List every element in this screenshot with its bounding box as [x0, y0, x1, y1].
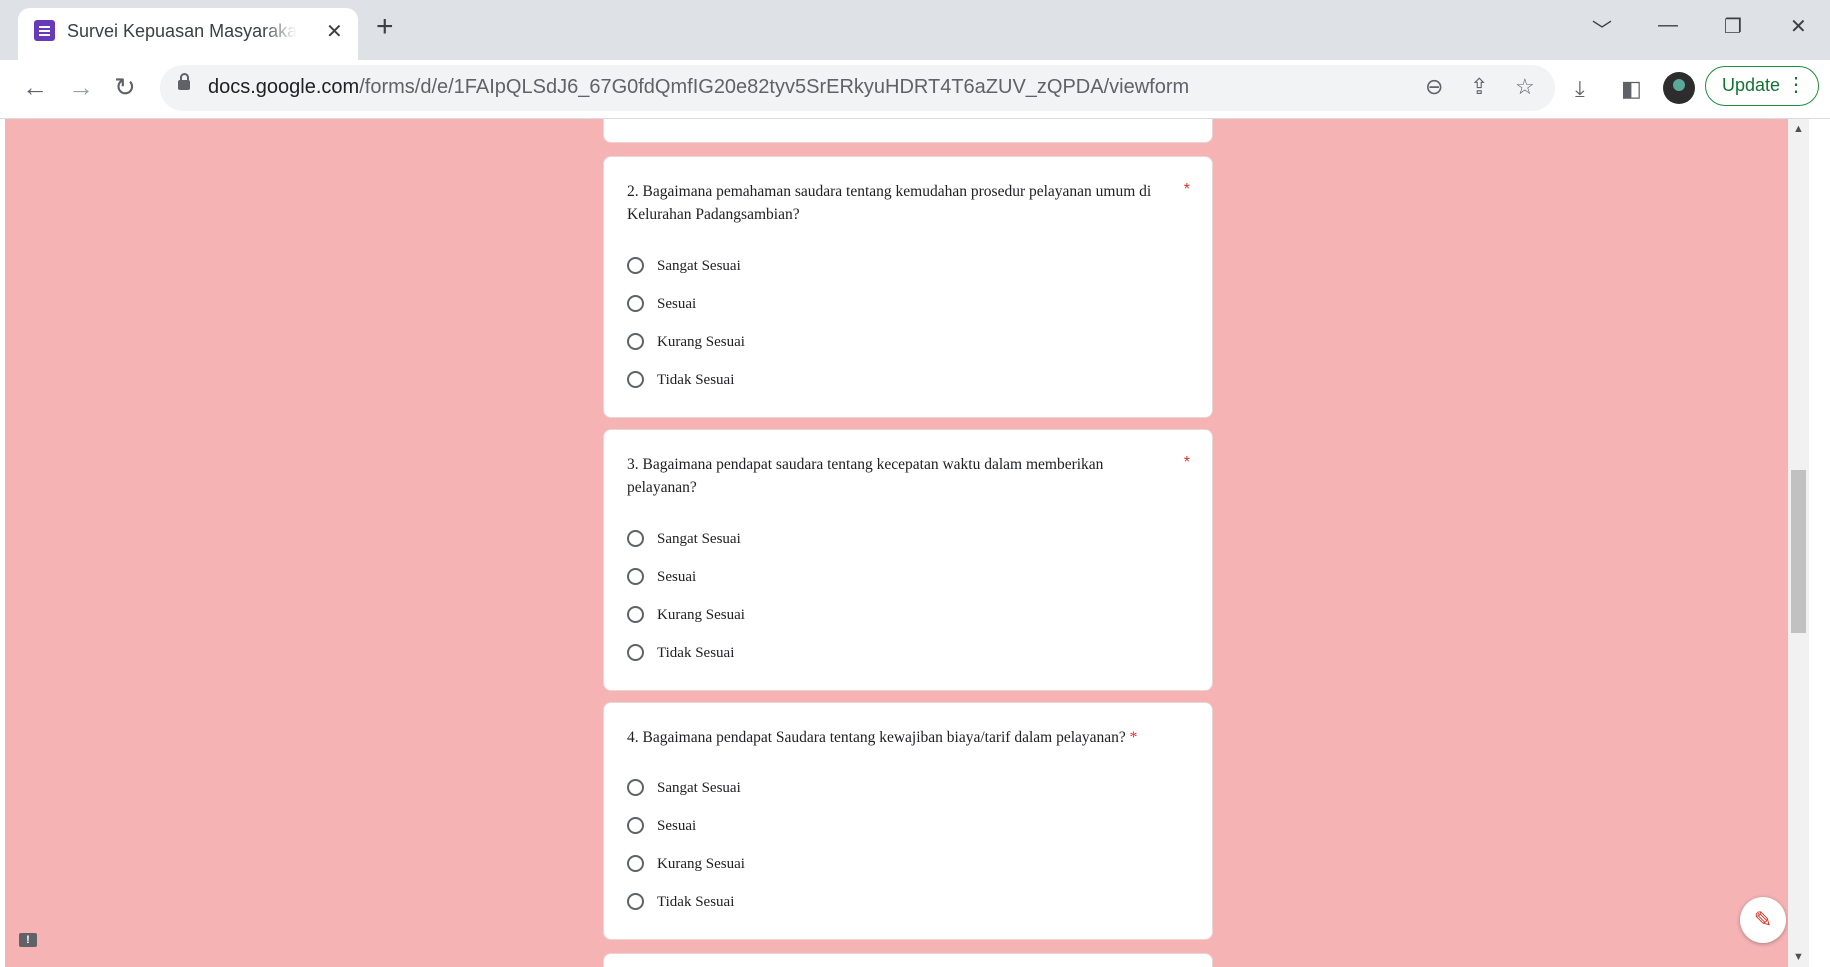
scroll-up-arrow-icon[interactable]: ▲ [1793, 123, 1804, 135]
back-arrow-icon[interactable]: ← [22, 72, 48, 102]
scrollbar-thumb[interactable] [1791, 470, 1806, 633]
radio-button[interactable] [627, 295, 644, 312]
option-label: Sangat Sesuai [657, 531, 741, 547]
option-label: Kurang Sesuai [657, 334, 745, 350]
previous-question-card [603, 119, 1213, 143]
google-forms-favicon-icon [34, 20, 55, 41]
lock-icon [178, 73, 190, 90]
radio-button[interactable] [627, 606, 644, 623]
radio-button[interactable] [627, 530, 644, 547]
radio-button[interactable] [627, 855, 644, 872]
scroll-down-arrow-icon[interactable]: ▼ [1793, 951, 1804, 963]
tab-search-chevron-icon[interactable]: ﹀ [1592, 14, 1612, 43]
vertical-scrollbar[interactable]: ▲ ▼ [1788, 119, 1809, 967]
reload-icon[interactable]: ↻ [114, 72, 136, 102]
question-card: 2. Bagaimana pemahaman saudara tentang k… [603, 156, 1213, 418]
menu-kebab-icon[interactable]: ⋮ [1786, 67, 1806, 104]
address-bar[interactable]: docs.google.com/forms/d/e/1FAIpQLSdJ6_67… [160, 65, 1555, 111]
bookmark-star-icon[interactable]: ☆ [1515, 74, 1535, 100]
option-label: Tidak Sesuai [657, 372, 735, 388]
required-asterisk: * [1183, 181, 1190, 198]
question-card: 3. Bagaimana pendapat saudara tentang ke… [603, 429, 1213, 691]
radio-button[interactable] [627, 644, 644, 661]
question-title: 2. Bagaimana pemahaman saudara tentang k… [627, 183, 1152, 223]
download-icon[interactable]: ⤓ [1575, 76, 1585, 102]
minimize-icon[interactable]: — [1658, 14, 1678, 37]
question-card: 4. Bagaimana pendapat Saudara tentang ke… [603, 702, 1213, 940]
option-label: Tidak Sesuai [657, 645, 735, 661]
option-label: Sesuai [657, 818, 697, 834]
url-text[interactable]: docs.google.com/forms/d/e/1FAIpQLSdJ6_67… [208, 76, 1189, 99]
update-label: Update [1722, 75, 1781, 95]
form-page: 2. Bagaimana pemahaman saudara tentang k… [5, 119, 1809, 967]
radio-button[interactable] [627, 893, 644, 910]
radio-button[interactable] [627, 817, 644, 834]
update-button[interactable]: Update ⋮ [1705, 66, 1819, 106]
tab-strip: Survei Kepuasan Masyarakat (SKM ✕ + ﹀ — … [0, 0, 1830, 60]
browser-tab[interactable]: Survei Kepuasan Masyarakat (SKM ✕ [18, 8, 358, 60]
report-feedback-icon[interactable]: ! [19, 933, 37, 947]
option-label: Kurang Sesuai [657, 607, 745, 623]
question-title: 3. Bagaimana pendapat saudara tentang ke… [627, 456, 1104, 496]
window-close-icon[interactable]: ✕ [1790, 14, 1807, 39]
option-label: Sesuai [657, 296, 697, 312]
side-panel-icon[interactable]: ◧ [1621, 76, 1642, 102]
share-icon[interactable]: ⇪ [1470, 74, 1488, 100]
question-title: 4. Bagaimana pendapat Saudara tentang ke… [627, 726, 1197, 749]
option-label: Tidak Sesuai [657, 894, 735, 910]
radio-button[interactable] [627, 333, 644, 350]
required-asterisk: * [1129, 729, 1138, 746]
edit-pencil-icon[interactable]: ✎ [1740, 897, 1786, 943]
required-asterisk: * [1183, 454, 1190, 471]
option-label: Sangat Sesuai [657, 258, 741, 274]
url-path: /forms/d/e/1FAIpQLSdJ6_67G0fdQmfIG20e82t… [359, 76, 1190, 98]
new-tab-button[interactable]: + [376, 12, 394, 42]
next-question-card [603, 953, 1213, 967]
radio-button[interactable] [627, 371, 644, 388]
option-label: Sangat Sesuai [657, 780, 741, 796]
tab-close-icon[interactable]: ✕ [326, 19, 343, 44]
browser-toolbar: ← → ↻ docs.google.com/forms/d/e/1FAIpQLS… [0, 60, 1830, 119]
question-title-text: 4. Bagaimana pendapat Saudara tentang ke… [627, 729, 1126, 746]
restore-icon[interactable]: ❐ [1724, 14, 1742, 39]
profile-avatar[interactable] [1663, 72, 1695, 104]
radio-button[interactable] [627, 568, 644, 585]
radio-button[interactable] [627, 779, 644, 796]
url-host: docs.google.com [208, 76, 360, 98]
tab-title: Survei Kepuasan Masyarakat (SKM [67, 21, 297, 41]
forward-arrow-icon[interactable]: → [68, 72, 94, 102]
option-label: Kurang Sesuai [657, 856, 745, 872]
zoom-out-icon[interactable]: ⊖ [1425, 74, 1443, 100]
radio-button[interactable] [627, 257, 644, 274]
option-label: Sesuai [657, 569, 697, 585]
